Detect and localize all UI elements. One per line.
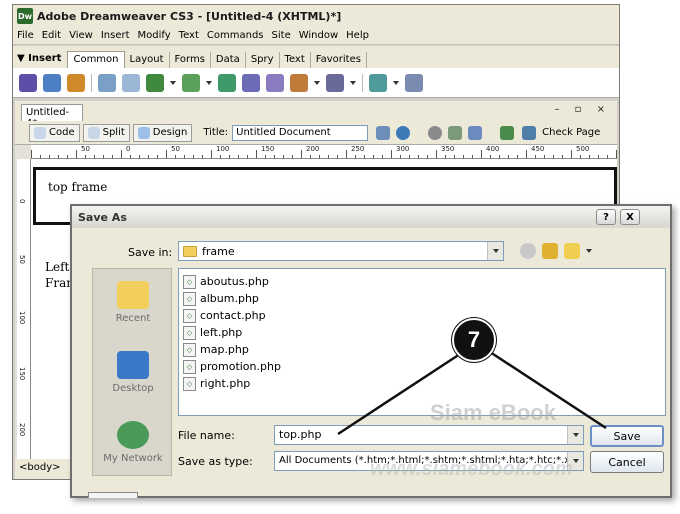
callout-line-filename: [337, 352, 461, 436]
step-callout-badge: 7: [452, 318, 496, 362]
screenshot-stage: Dw Adobe Dreamweaver CS3 - [Untitled-4 (…: [0, 0, 680, 514]
callout-line-save: [489, 350, 607, 430]
callout-lines: [337, 350, 607, 436]
